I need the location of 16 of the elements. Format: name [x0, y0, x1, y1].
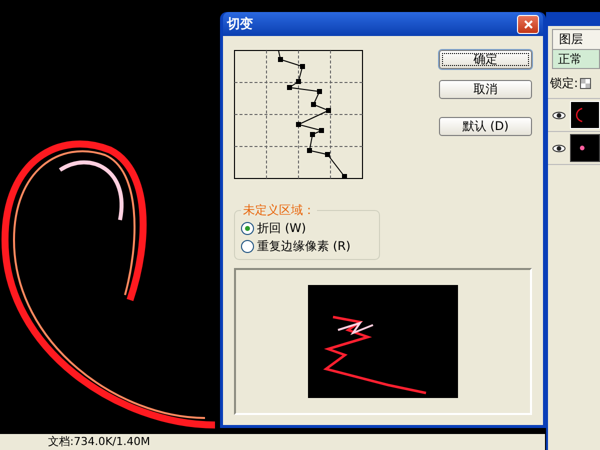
- dialog-title: 切变: [227, 16, 253, 33]
- radio-option[interactable]: 折回 (W): [241, 219, 373, 237]
- layer-thumbnail[interactable]: [570, 134, 600, 162]
- close-button[interactable]: [517, 14, 539, 34]
- blend-mode-dropdown[interactable]: 正常: [552, 49, 600, 69]
- dialog-button[interactable]: 确定: [439, 50, 532, 69]
- radio-option[interactable]: 重复边缘像素 (R): [241, 237, 373, 255]
- lock-transparency-icon[interactable]: [580, 78, 592, 89]
- dialog-button[interactable]: 默认 (D): [439, 117, 532, 136]
- lock-label: 锁定:: [550, 75, 578, 92]
- curve-graph-drawing[interactable]: [234, 50, 363, 179]
- document-size: 文档:734.0K/1.40M: [48, 435, 150, 449]
- close-icon: [524, 20, 532, 28]
- dialog-button[interactable]: 取消: [439, 80, 532, 99]
- layers-tab[interactable]: 图层: [552, 29, 600, 49]
- group-label: 未定义区域：: [242, 202, 316, 219]
